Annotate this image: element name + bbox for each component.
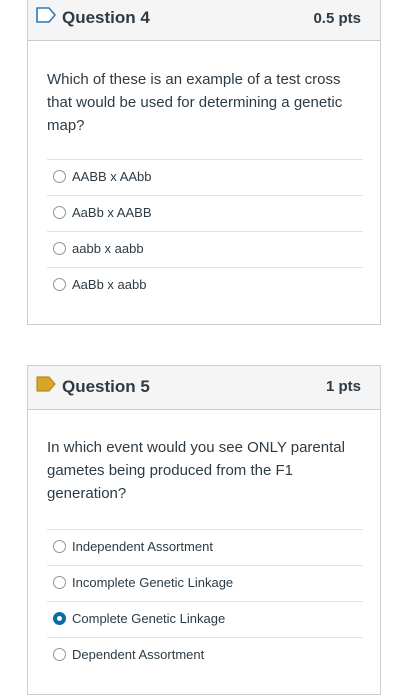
answer-list: Independent Assortment Incomplete Geneti… <box>47 529 363 673</box>
flag-outline-icon[interactable] <box>36 7 57 23</box>
question-text: In which event would you see ONLY parent… <box>47 439 345 502</box>
quiz-page: Question 4 0.5 pts Which of these is an … <box>0 0 411 700</box>
answer-option[interactable]: Independent Assortment <box>47 529 363 565</box>
answer-option[interactable]: Complete Genetic Linkage <box>47 601 363 637</box>
question-header: Question 4 0.5 pts <box>28 0 380 41</box>
radio-button-selected[interactable] <box>53 612 66 625</box>
question-points: 1 pts <box>325 378 361 395</box>
answer-label: Dependent Assortment <box>72 647 205 662</box>
answer-option[interactable]: AABB x AAbb <box>47 159 363 195</box>
radio-button[interactable] <box>53 576 66 589</box>
answer-label: Independent Assortment <box>72 539 213 554</box>
question-text: Which of these is an example of a test c… <box>47 71 343 134</box>
answer-option[interactable]: AaBb x AABB <box>47 195 363 231</box>
answer-list: AABB x AAbb AaBb x AABB aabb x aabb AaBb… <box>47 159 363 303</box>
radio-button[interactable] <box>53 540 66 553</box>
answer-option[interactable]: Incomplete Genetic Linkage <box>47 565 363 601</box>
radio-button[interactable] <box>53 648 66 661</box>
question-card-4: Question 4 0.5 pts Which of these is an … <box>27 0 381 325</box>
answer-label: AaBb x aabb <box>72 277 147 292</box>
question-card-5: Question 5 1 pts In which event would yo… <box>27 365 381 695</box>
answer-option[interactable]: aabb x aabb <box>47 231 363 267</box>
answer-label: Complete Genetic Linkage <box>72 611 226 626</box>
question-title: Question 5 <box>62 377 150 396</box>
answer-label: AaBb x AABB <box>72 205 152 220</box>
answer-label: aabb x aabb <box>72 241 144 256</box>
answer-option[interactable]: AaBb x aabb <box>47 267 363 303</box>
radio-button[interactable] <box>53 278 66 291</box>
answer-option[interactable]: Dependent Assortment <box>47 637 363 673</box>
answer-label: AABB x AAbb <box>72 169 152 184</box>
radio-button[interactable] <box>53 206 66 219</box>
question-header: Question 5 1 pts <box>28 366 380 410</box>
radio-button[interactable] <box>53 170 66 183</box>
answer-label: Incomplete Genetic Linkage <box>72 575 234 590</box>
question-title: Question 4 <box>62 8 150 27</box>
radio-button[interactable] <box>53 242 66 255</box>
flag-filled-icon[interactable] <box>36 376 57 392</box>
question-points: 0.5 pts <box>313 10 361 27</box>
